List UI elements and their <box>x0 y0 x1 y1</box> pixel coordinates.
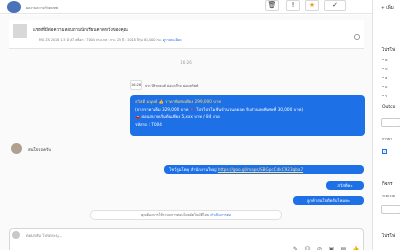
location-message: โชว์รูมโตคุ สำนักงานใหญ่ https://goo.gl/… <box>164 165 364 174</box>
outcome-checkbox[interactable]: ✓ <box>382 149 387 154</box>
profile-section-title-2: ไปรโฟ <box>382 234 396 239</box>
reply-message-2: ลูกค้าสนใจดีครับไหมคะ <box>293 196 364 205</box>
profile-bullet-2: • ป <box>382 67 388 71</box>
customer-avatar <box>11 143 22 154</box>
product-meta: MG ZS 2018 1.5 D AT สต็อก : T004 ประเภท … <box>39 38 182 43</box>
info-icon[interactable] <box>354 34 360 40</box>
right-panel: + เพิ่ม ไปรโฟ • ค • ป • ส • ม • ร Outco … <box>372 0 400 250</box>
product-thumbnail <box>13 24 27 38</box>
duration-select[interactable] <box>381 205 400 214</box>
profile-bullet-4: • ม <box>382 85 388 89</box>
chat-panel: แชทที่มีต่อความสอบถามนักเรียนคาดหวังของค… <box>0 15 372 250</box>
auto-reply-notice: คุณต้องการให้ระบบการตอบโดยอัตโนมัติไหม ด… <box>90 210 282 220</box>
profile-bullet-1: • ค <box>382 58 388 62</box>
app-window: ผลงานความรักดบทพ 🗑 ! ★ ✓ แชทที่มีต่อความ… <box>0 0 400 250</box>
agent-avatar <box>12 231 20 239</box>
message-composer: ✎ ☺ ⊘ ▣ ▤ 👍 <box>9 228 364 250</box>
product-title: แชทที่มีต่อความสอบถามนักเรียนคาดหวังของค… <box>33 28 128 33</box>
emoji-icon[interactable]: ☺ <box>304 246 311 250</box>
product-meta-text: MG ZS 2018 1.5 D AT สต็อก : T004 ประเภท … <box>39 38 162 42</box>
profile-section-title: ไปรโฟ <box>382 48 396 53</box>
outcome-label: การยา <box>382 137 392 141</box>
map-link[interactable]: https://goo.gl/maps/SBGpcCdkC923qba7 <box>218 167 303 172</box>
star-icon: ★ <box>308 1 316 9</box>
check-icon: ✓ <box>332 1 338 9</box>
resolve-button[interactable]: ✓ <box>324 0 346 11</box>
like-icon[interactable]: 👍 <box>352 246 359 250</box>
alert-button[interactable]: ! <box>286 0 300 11</box>
contact-subtitle: ผลงานความรักดบทพ <box>26 6 58 10</box>
outcome-select[interactable] <box>381 118 400 127</box>
offer-line-1: สวัสดี มนุษย์ 👍 ราคาพิเศษเพียง 299,000 บ… <box>135 99 222 104</box>
incoming-text: สนใจรถครับ <box>28 148 51 153</box>
quote-badge: 16:26 <box>130 80 142 90</box>
trash-button[interactable]: 🗑 <box>265 0 279 11</box>
activity-section-title: กิจกร <box>382 182 393 187</box>
offer-line-2: (จากราคาเต็ม 329,000 บาท 🔻 โปรไปรโมชั่นจ… <box>135 106 303 112</box>
offer-line-3: 🚗 ผ่อนสบายเริ่มต้นเพียง 5,xxx บาท / 84 ง… <box>135 114 220 120</box>
reply-message-1: สวัสดีคะ <box>326 181 364 190</box>
attach-icon[interactable]: ⊘ <box>316 246 323 250</box>
chat-timestamp: 16:26 <box>180 60 192 65</box>
alert-icon: ! <box>291 1 295 9</box>
star-button[interactable]: ★ <box>305 0 319 11</box>
profile-bullet-5: • ร <box>382 94 388 98</box>
product-detail-link[interactable]: ดูรายละเอียด <box>163 38 182 42</box>
outcome-section-title: Outco <box>382 105 396 110</box>
offer-line-4: รหัสรถ : T004 <box>135 122 162 128</box>
edit-icon[interactable]: ✎ <box>292 246 299 250</box>
image-icon[interactable]: ▣ <box>328 246 335 250</box>
offer-message: สวัสดี มนุษย์ 👍 ราคาพิเศษเพียง 299,000 บ… <box>130 95 365 136</box>
composer-toolbar: ✎ ☺ ⊘ ▣ ▤ 👍 <box>292 246 360 250</box>
quote-text: ประวัติรถยนต์ ผ่อนกกี่รถ ผ่อนทรัพท์ <box>145 84 199 88</box>
add-button[interactable]: + เพิ่ม <box>381 4 394 11</box>
trash-icon: 🗑 <box>267 1 277 9</box>
message-input[interactable] <box>26 232 226 239</box>
location-label: โชว์รูมโตคุ สำนักงานใหญ่ <box>169 167 217 172</box>
template-icon[interactable]: ▤ <box>340 246 347 250</box>
duration-label: ระยะเวล <box>382 194 395 198</box>
top-header: ผลงานความรักดบทพ 🗑 ! ★ ✓ <box>0 0 372 14</box>
notice-action-link[interactable]: ดำเนินการต่อ <box>210 213 231 217</box>
contact-avatar[interactable] <box>7 1 21 13</box>
profile-bullet-3: • ส <box>382 76 388 80</box>
notice-text: คุณต้องการให้ระบบการตอบโดยอัตโนมัติไหม <box>141 213 210 217</box>
product-card: แชทที่มีต่อความสอบถามนักเรียนคาดหวังของค… <box>9 20 364 49</box>
